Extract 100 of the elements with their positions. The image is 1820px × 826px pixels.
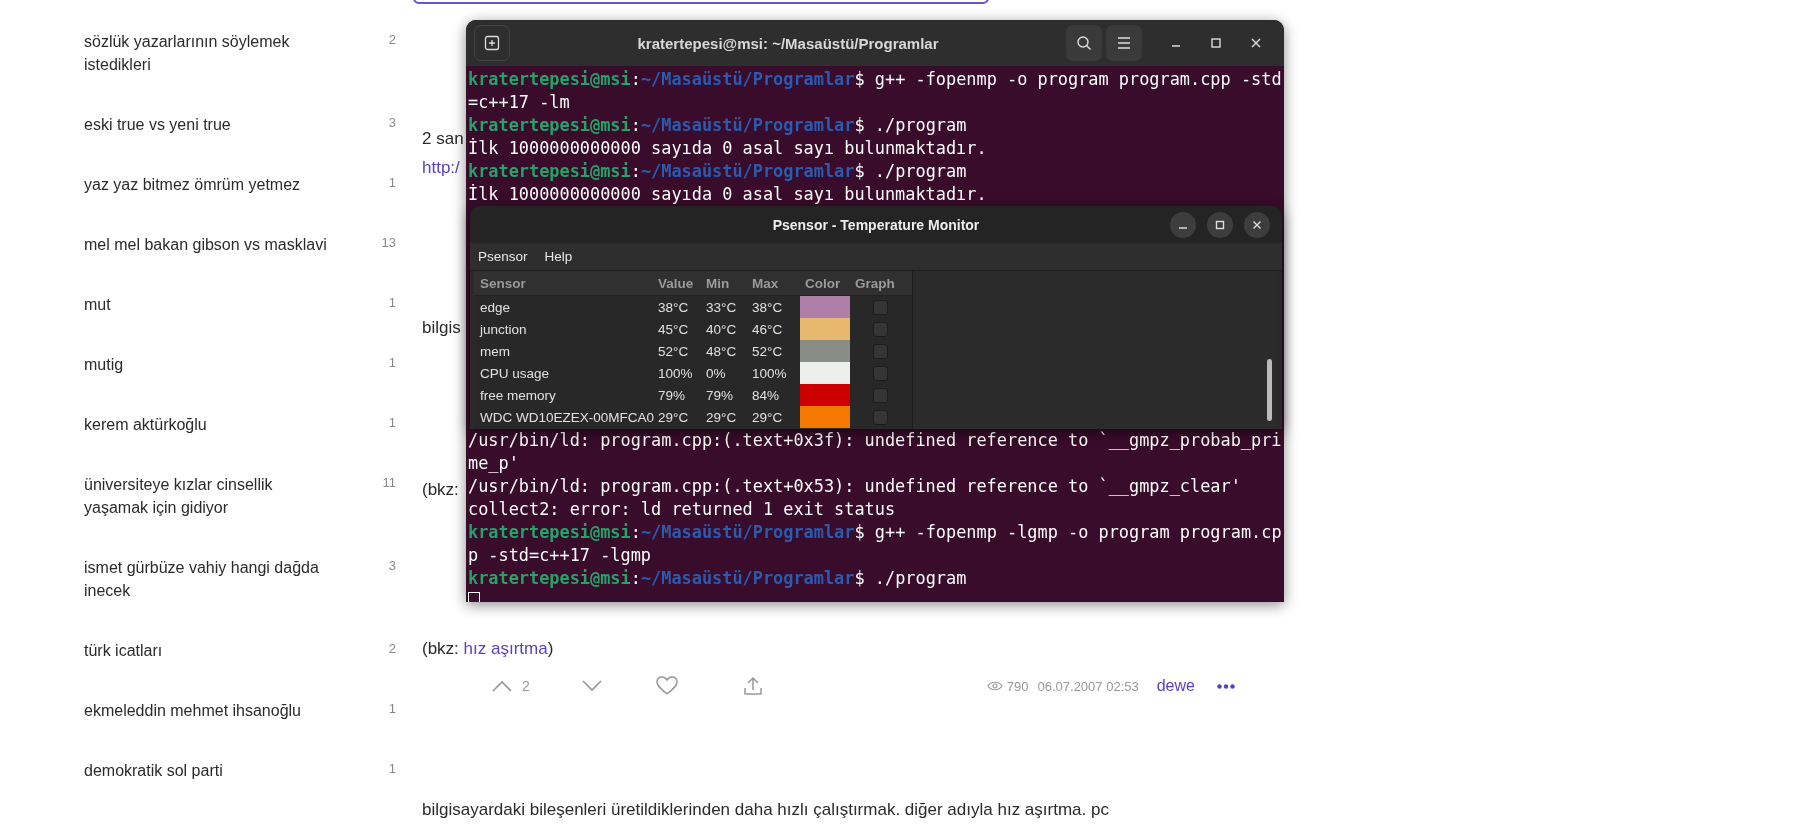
entry-text: bilgisayardaki bileşenleri üretildiklerinden daha hızlı çalıştırmak. diğer adıyla hız aşırtma. pc xyxy=(422,799,1109,821)
entry-count: 1 xyxy=(388,294,396,312)
table-cell-text: 29°C xyxy=(751,409,784,425)
terminal-line: kratertepesi@msi:~/Masaüstü/Programlar$ g++ -fopenmp -lgmp -o program program.cp xyxy=(468,521,1283,544)
color-swatch[interactable] xyxy=(800,340,850,362)
topic-link[interactable]: üniversiteye kızlar cinsellik yaşamak için gidiyor xyxy=(84,473,339,519)
table-cell-text: 0% xyxy=(705,365,727,381)
table-cell-text: 46°C xyxy=(751,321,784,337)
terminal-line: =c++17 -lm xyxy=(468,91,571,114)
view-count: 790 xyxy=(1006,678,1029,694)
table-cell-text: 45°C xyxy=(657,321,690,337)
topic-link[interactable]: mel mel bakan gibson vs masklavi xyxy=(84,233,339,256)
column-header[interactable]: Max xyxy=(749,275,800,291)
table-cell-text: 52°C xyxy=(751,343,784,359)
table-cell-text: 84% xyxy=(751,387,781,403)
graph-checkbox[interactable] xyxy=(872,321,888,337)
topic-link[interactable]: demokratik sol parti xyxy=(84,759,339,782)
entry-count: 1 xyxy=(388,700,396,718)
entry-text: (bkz: hız aşırtma) xyxy=(422,638,554,660)
table-cell-text: 40°C xyxy=(705,321,738,337)
url-link[interactable]: http:/ xyxy=(422,156,460,180)
column-header[interactable]: Value xyxy=(655,275,703,291)
close-icon[interactable] xyxy=(1244,212,1270,238)
table-cell-text: 100% xyxy=(751,365,788,381)
color-swatch[interactable] xyxy=(800,318,850,340)
terminal-line: İlk 1000000000000 sayıda 0 asal sayı bulunmaktadır. xyxy=(468,183,988,206)
topic-link[interactable]: ismet gürbüze vahiy hangi dağda inecek xyxy=(84,556,339,602)
graph-checkbox[interactable] xyxy=(872,387,888,403)
table-cell-text: mem xyxy=(479,343,511,359)
topic-link[interactable]: kerem aktürkoğlu xyxy=(84,413,339,436)
menu-button[interactable] xyxy=(1106,25,1142,61)
maximize-icon[interactable] xyxy=(1210,37,1222,49)
table-cell-text: 52°C xyxy=(657,343,690,359)
search-button[interactable] xyxy=(1066,25,1102,61)
terminal-line: kratertepesi@msi:~/Masaüstü/Programlar$ ./program xyxy=(468,567,968,590)
topic-link[interactable]: hız aşırtma xyxy=(463,639,548,658)
window-title: Psensor - Temperature Monitor xyxy=(772,216,980,233)
table-cell-text: 48°C xyxy=(705,343,738,359)
topic-link[interactable]: ekmeleddin mehmet ihsanoğlu xyxy=(84,699,339,722)
graph-checkbox[interactable] xyxy=(872,343,888,359)
topic-link[interactable]: türk icatları xyxy=(84,639,339,662)
heart-icon[interactable] xyxy=(655,676,678,696)
color-swatch[interactable] xyxy=(800,406,850,428)
entry-count: 1 xyxy=(388,354,396,372)
table-cell-text: free memory xyxy=(479,387,557,403)
table-cell-text: 38°C xyxy=(657,299,690,315)
entry-count: 1 xyxy=(388,414,396,432)
menu-item[interactable]: Psensor xyxy=(478,249,528,264)
terminal-line: kratertepesi@msi:~/Masaüstü/Programlar$ g++ -fopenmp -o program program.cpp -std xyxy=(468,68,1283,91)
column-header[interactable]: Min xyxy=(703,275,749,291)
terminal-line: p -std=c++17 -lgmp xyxy=(468,544,653,567)
table-cell-text: 29°C xyxy=(705,409,738,425)
close-icon[interactable] xyxy=(1250,37,1262,49)
terminal-line: kratertepesi@msi:~/Masaüstü/Programlar$ ./program xyxy=(468,114,968,137)
share-icon[interactable] xyxy=(742,676,763,696)
table-cell-text: 38°C xyxy=(751,299,784,315)
table-cell-text: 79% xyxy=(657,387,687,403)
color-swatch[interactable] xyxy=(800,384,850,406)
menu-item[interactable]: Help xyxy=(544,249,573,264)
table-cell-text: edge xyxy=(479,299,512,315)
entry-count: 1 xyxy=(388,174,396,192)
scrollbar-thumb[interactable] xyxy=(1267,359,1272,421)
terminal-line: me_p' xyxy=(468,452,520,475)
entry-count: 3 xyxy=(388,114,396,132)
plus-icon xyxy=(484,35,500,51)
color-swatch[interactable] xyxy=(800,296,850,318)
maximize-icon[interactable] xyxy=(1207,212,1233,238)
entry-count: 11 xyxy=(382,474,396,492)
topic-link[interactable]: mutig xyxy=(84,353,339,376)
vote-count: 2 xyxy=(522,678,530,694)
graph-checkbox[interactable] xyxy=(872,299,888,315)
topic-link[interactable]: mut xyxy=(84,293,339,316)
column-header[interactable]: Color xyxy=(800,275,850,291)
more-icon[interactable] xyxy=(1216,683,1235,689)
downvote-icon[interactable] xyxy=(581,680,602,692)
terminal-line: /usr/bin/ld: program.cpp:(.text+0x53): undefined reference to `__gmpz_clear' xyxy=(468,475,1242,498)
entry-count: 1 xyxy=(388,760,396,778)
entry-count: 2 xyxy=(388,640,396,658)
entry-text: 2 san xyxy=(422,128,464,150)
table-cell-text: 79% xyxy=(705,387,735,403)
topic-link[interactable]: yaz yaz bitmez ömrüm yetmez xyxy=(84,173,339,196)
column-header[interactable]: Sensor xyxy=(474,275,655,291)
table-cell-text: 29°C xyxy=(657,409,690,425)
column-header[interactable]: Graph xyxy=(850,275,905,291)
topic-link[interactable]: eski true vs yeni true xyxy=(84,113,339,136)
topic-link[interactable]: sözlük yazarlarının söylemek istedikleri xyxy=(84,30,339,76)
minimize-icon[interactable] xyxy=(1170,212,1196,238)
terminal-line: İlk 1000000000000 sayıda 0 asal sayı bulunmaktadır. xyxy=(468,137,988,160)
graph-checkbox[interactable] xyxy=(872,409,888,425)
upvote-icon[interactable] xyxy=(492,680,512,692)
terminal-line: /usr/bin/ld: program.cpp:(.text+0x3f): undefined reference to `__gmpz_probab_pri xyxy=(468,429,1283,452)
terminal-line: kratertepesi@msi:~/Masaüstü/Programlar$ ./program xyxy=(468,160,968,183)
graph-checkbox[interactable] xyxy=(872,365,888,381)
table-cell-text: WDC WD10EZEX-00MFCA0 xyxy=(479,409,655,425)
entry-count: 13 xyxy=(381,234,396,252)
new-tab-button[interactable] xyxy=(474,25,510,61)
color-swatch[interactable] xyxy=(800,362,850,384)
table-cell-text: 33°C xyxy=(705,299,738,315)
author-link[interactable]: dewe xyxy=(1156,677,1195,695)
table-cell-text: 100% xyxy=(657,365,694,381)
